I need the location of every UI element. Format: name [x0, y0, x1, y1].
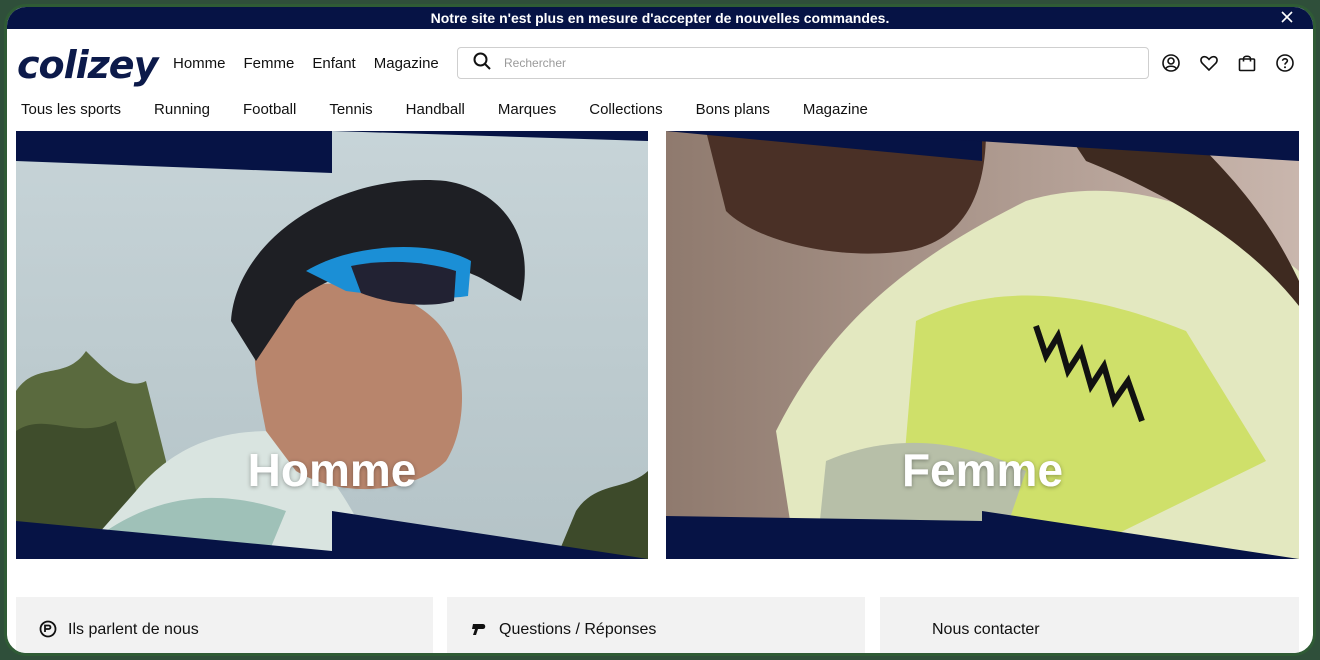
press-card-label: Ils parlent de nous: [68, 621, 199, 638]
sports-nav-marques[interactable]: Marques: [498, 101, 556, 118]
close-icon[interactable]: [1279, 9, 1295, 25]
sports-nav-running[interactable]: Running: [154, 101, 210, 118]
homme-tile-label: Homme: [247, 444, 417, 496]
sports-nav-handball[interactable]: Handball: [406, 101, 465, 118]
search-icon[interactable]: [472, 51, 492, 76]
primary-nav: Homme Femme Enfant Magazine: [173, 55, 439, 72]
nav-homme[interactable]: Homme: [173, 55, 226, 72]
contact-card[interactable]: Nous contacter: [880, 597, 1299, 653]
sports-nav-tous-les-sports[interactable]: Tous les sports: [21, 101, 121, 118]
search-input[interactable]: [504, 56, 1104, 70]
sports-nav: Tous les sports Running Football Tennis …: [21, 101, 901, 118]
press-card[interactable]: Ils parlent de nous: [16, 597, 433, 653]
sports-nav-tennis[interactable]: Tennis: [329, 101, 372, 118]
shopping-bag-icon[interactable]: [1237, 53, 1257, 73]
nav-magazine[interactable]: Magazine: [374, 55, 439, 72]
help-icon[interactable]: [1275, 53, 1295, 73]
site-header: colizey Homme Femme Enfant Magazine: [7, 29, 1313, 97]
sports-nav-magazine[interactable]: Magazine: [803, 101, 868, 118]
faq-icon: [469, 619, 489, 639]
site-logo[interactable]: colizey: [17, 43, 158, 87]
homme-category-tile[interactable]: Homme: [16, 131, 648, 559]
sports-nav-collections[interactable]: Collections: [589, 101, 662, 118]
press-icon: [38, 619, 58, 639]
femme-tile-label: Femme: [901, 444, 1064, 496]
sports-nav-football[interactable]: Football: [243, 101, 296, 118]
sports-nav-bons-plans[interactable]: Bons plans: [696, 101, 770, 118]
wishlist-heart-icon[interactable]: [1199, 53, 1219, 73]
faq-card-label: Questions / Réponses: [499, 621, 657, 638]
header-icons: [1161, 53, 1295, 73]
femme-category-tile[interactable]: Femme: [666, 131, 1299, 559]
account-icon[interactable]: [1161, 53, 1181, 73]
contact-card-label: Nous contacter: [932, 621, 1040, 638]
announcement-text: Notre site n'est plus en mesure d'accept…: [430, 10, 890, 26]
browser-viewport: Notre site n'est plus en mesure d'accept…: [4, 4, 1316, 656]
nav-femme[interactable]: Femme: [244, 55, 295, 72]
search-bar[interactable]: [457, 47, 1149, 79]
faq-card[interactable]: Questions / Réponses: [447, 597, 865, 653]
announcement-banner: Notre site n'est plus en mesure d'accept…: [7, 7, 1313, 29]
nav-enfant[interactable]: Enfant: [312, 55, 355, 72]
